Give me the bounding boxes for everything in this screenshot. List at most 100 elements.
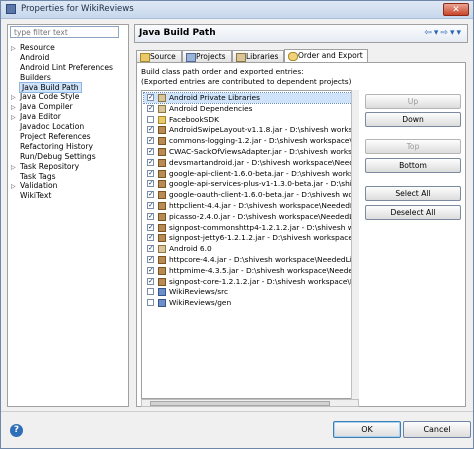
export-checkbox[interactable] (147, 169, 154, 178)
tree-item-label: Javadoc Location (20, 122, 85, 132)
export-checkbox[interactable] (147, 125, 154, 134)
tree-item[interactable]: Javadoc Location (11, 122, 113, 132)
export-checkbox[interactable] (147, 299, 154, 307)
close-button[interactable]: ✕ (443, 3, 469, 16)
forward-arrow-icon[interactable]: ⇨ (440, 28, 450, 38)
jar-file-icon (158, 223, 166, 232)
deselect-all-button[interactable]: Deselect All (365, 205, 461, 220)
export-checkbox[interactable] (147, 233, 154, 242)
export-checkbox[interactable] (147, 244, 154, 253)
classpath-entry[interactable]: httpmime-4.3.5.jar - D:\shivesh workspac… (144, 266, 358, 276)
classpath-entry[interactable]: google-api-services-plus-v1-1.3.0-beta.j… (144, 179, 358, 189)
export-checkbox[interactable] (147, 255, 154, 264)
tab-source[interactable]: Source (136, 50, 182, 62)
tree-item-label: Java Editor (20, 112, 61, 122)
export-checkbox[interactable] (147, 104, 154, 113)
tab-label: Libraries (246, 52, 279, 61)
tree-item[interactable]: Run/Debug Settings (11, 152, 113, 162)
classpath-entry[interactable]: AndroidSwipeLayout-v1.1.8.jar - D:\shive… (144, 125, 358, 135)
export-checkbox[interactable] (147, 136, 154, 145)
classpath-entry[interactable]: signpost-core-1.2.1.2.jar - D:\shivesh w… (144, 277, 358, 287)
classpath-entry[interactable]: FacebookSDK (144, 115, 358, 125)
help-icon[interactable]: ? (10, 424, 23, 437)
tree-item-label: Java Code Style (20, 92, 80, 102)
tab-order-and-export[interactable]: Order and Export (284, 49, 368, 62)
classpath-entry[interactable]: CWAC-SackOfViewsAdapter.jar - D:\shivesh… (144, 147, 358, 157)
export-checkbox[interactable] (147, 212, 154, 221)
tree-item[interactable]: Android (11, 53, 113, 63)
jar-file-icon (158, 191, 166, 200)
vertical-scrollbar[interactable] (351, 90, 359, 399)
classpath-entry[interactable]: Android Dependencies (144, 104, 358, 114)
scrollbar-thumb[interactable] (150, 401, 330, 406)
classpath-entry[interactable]: google-oauth-client-1.6.0-beta.jar - D:\… (144, 190, 358, 200)
entry-label: FacebookSDK (169, 114, 219, 124)
tab-libraries[interactable]: Libraries (232, 50, 284, 62)
classpath-entry[interactable]: WikiReviews/src (144, 287, 358, 297)
classpath-entry[interactable]: picasso-2.4.0.jar - D:\shivesh workspace… (144, 212, 358, 222)
classpath-entry[interactable]: httpclient-4.4.jar - D:\shivesh workspac… (144, 201, 358, 211)
tree-item[interactable]: Refactoring History (11, 142, 113, 152)
export-checkbox[interactable] (147, 93, 154, 102)
classpath-entry[interactable]: httpcore-4.4.jar - D:\shivesh workspace\… (144, 255, 358, 265)
tree-item[interactable]: ▷ Task Repository (11, 162, 113, 172)
tree-item[interactable]: ▷ Java Editor (11, 112, 113, 122)
classpath-entry[interactable]: signpost-jetty6-1.2.1.2.jar - D:\shivesh… (144, 233, 358, 243)
tree-item[interactable]: ▷ Resource (11, 43, 113, 53)
export-checkbox[interactable] (147, 179, 154, 188)
tree-item[interactable]: ▷ Java Compiler (11, 102, 113, 112)
ok-button[interactable]: OK (333, 421, 401, 438)
bottom-button[interactable]: Bottom (365, 158, 461, 173)
select-all-button[interactable]: Select All (365, 186, 461, 201)
entry-label: google-api-services-plus-v1-1.3.0-beta.j… (169, 179, 358, 189)
classpath-entry[interactable]: WikiReviews/gen (144, 298, 358, 308)
window-title: Properties for WikiReviews (21, 4, 134, 14)
tree-item-label: Builders (20, 72, 51, 82)
cancel-button[interactable]: Cancel (403, 421, 471, 438)
entry-label: signpost-core-1.2.1.2.jar - D:\shivesh w… (169, 276, 358, 286)
tree-item[interactable]: Builders (11, 73, 113, 83)
classpath-entry[interactable]: Android 6.0 (144, 244, 358, 254)
classpath-entry[interactable]: commons-logging-1.2.jar - D:\shivesh wor… (144, 136, 358, 146)
export-checkbox[interactable] (147, 266, 154, 275)
export-checkbox[interactable] (147, 223, 154, 232)
export-checkbox[interactable] (147, 147, 154, 156)
classpath-entries-list[interactable]: Android Private LibrariesAndroid Depende… (141, 90, 359, 399)
horizontal-scrollbar[interactable] (141, 399, 359, 407)
jar-file-icon (158, 169, 166, 178)
export-checkbox[interactable] (147, 288, 154, 296)
view-menu-icon[interactable]: ▾ (456, 28, 463, 38)
entry-label: AndroidSwipeLayout-v1.1.8.jar - D:\shive… (169, 125, 358, 135)
top-button[interactable]: Top (365, 139, 461, 154)
export-checkbox[interactable] (147, 277, 154, 286)
tree-item[interactable]: ▷ Java Code Style (11, 92, 113, 102)
export-checkbox[interactable] (147, 115, 154, 123)
tree-item[interactable]: Android Lint Preferences (11, 63, 113, 73)
down-button[interactable]: Down (365, 112, 461, 127)
dialog-footer: ? OK Cancel (1, 411, 473, 449)
back-arrow-icon[interactable]: ⇦ (424, 28, 434, 38)
tree-item-label: Refactoring History (20, 141, 94, 151)
entry-label: Android Dependencies (169, 103, 253, 113)
classpath-entry[interactable]: google-api-client-1.6.0-beta.jar - D:\sh… (144, 169, 358, 179)
tree-item[interactable]: Project References (11, 132, 113, 142)
tree-item[interactable]: Java Build Path (11, 81, 113, 93)
filter-input[interactable] (10, 26, 119, 38)
title-bar[interactable]: Properties for WikiReviews ✕ (1, 1, 473, 19)
tab-projects[interactable]: Projects (182, 50, 232, 62)
source-folder-icon (140, 53, 150, 62)
classpath-entry[interactable]: Android Private Libraries (143, 92, 358, 104)
export-checkbox[interactable] (147, 190, 154, 199)
tree-item[interactable]: WikiText (11, 191, 113, 201)
export-checkbox[interactable] (147, 201, 154, 210)
tree-item[interactable]: ▷ Validation (11, 181, 113, 191)
entry-label: devsmartandroid.jar - D:\shivesh workspa… (169, 157, 358, 167)
property-page: Java Build Path ⇦▾⇨▾▾ Source Projects Li… (134, 24, 468, 407)
jar-file-icon (158, 126, 166, 135)
classpath-entry[interactable]: signpost-commonshttp4-1.2.1.2.jar - D:\s… (144, 223, 358, 233)
classpath-entry[interactable]: devsmartandroid.jar - D:\shivesh workspa… (144, 158, 358, 168)
tree-item-label: WikiText (20, 191, 52, 201)
tree-item[interactable]: Task Tags (11, 172, 113, 182)
up-button[interactable]: Up (365, 94, 461, 109)
export-checkbox[interactable] (147, 158, 154, 167)
